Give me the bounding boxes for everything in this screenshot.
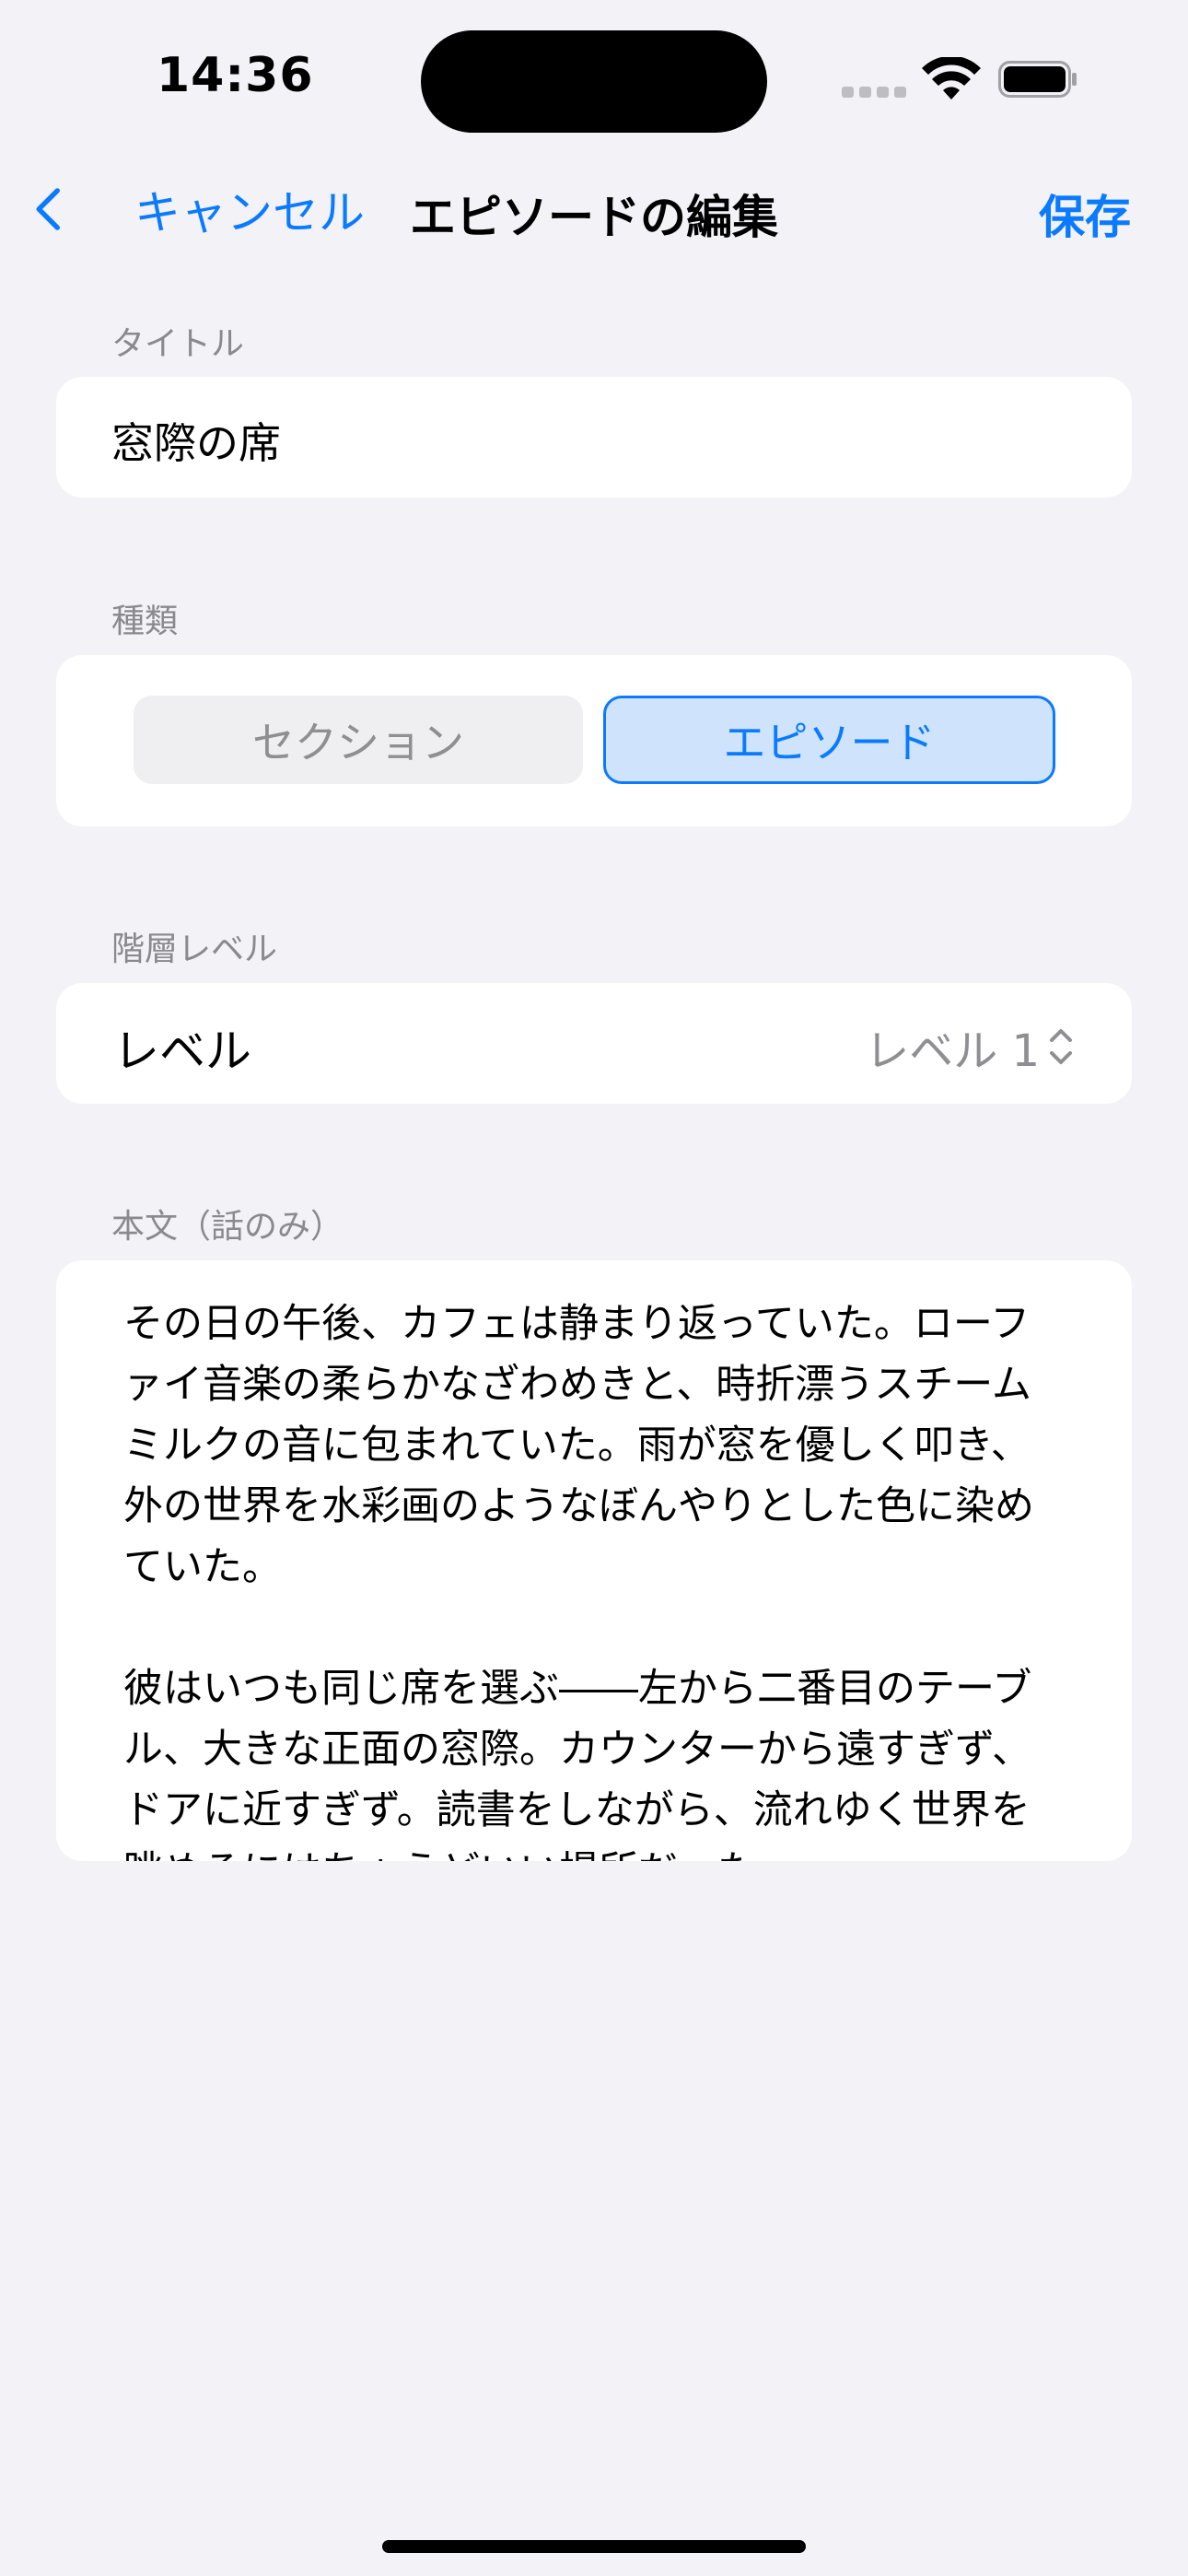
level-picker[interactable]: レベル 1 xyxy=(865,1014,1075,1079)
chevron-left-icon xyxy=(36,188,60,230)
body-section-label: 本文（話のみ） xyxy=(111,1208,344,1246)
page-title: エピソードの編集 xyxy=(410,191,778,244)
title-section-label: タイトル xyxy=(111,325,245,363)
dynamic-island xyxy=(421,30,767,133)
level-section-label: 階層レベル xyxy=(111,931,278,968)
level-row: レベル レベル 1 xyxy=(56,983,1132,1104)
cancel-label: キャンセル xyxy=(134,186,365,240)
body-text: その日の午後、カフェは静まり返っていた。ローファイ音楽の柔らかなざわめきと、時折… xyxy=(123,1301,1034,1861)
chevron-up-down-icon xyxy=(1050,1029,1072,1064)
battery-icon xyxy=(998,61,1077,98)
title-value: 窓際の席 xyxy=(111,418,281,468)
cancel-button[interactable]: キャンセル xyxy=(33,179,365,240)
type-segmented-control: セクション エピソード xyxy=(56,655,1132,826)
level-value: レベル 1 xyxy=(865,1025,1040,1077)
save-button[interactable]: 保存 xyxy=(1039,181,1131,247)
wifi-icon xyxy=(922,57,981,100)
navigation-bar: キャンセル エピソードの編集 保存 xyxy=(0,166,1188,249)
body-text-editor[interactable]: その日の午後、カフェは静まり返っていた。ローファイ音楽の柔らかなざわめきと、時折… xyxy=(56,1260,1132,1861)
status-bar: 14:36 xyxy=(0,0,1188,147)
cellular-signal-icon xyxy=(842,87,906,100)
segment-episode[interactable]: エピソード xyxy=(603,696,1055,784)
segment-section[interactable]: セクション xyxy=(134,696,583,784)
type-section-label: 種類 xyxy=(111,603,179,640)
home-indicator xyxy=(382,2540,806,2553)
level-row-label: レベル xyxy=(113,1025,251,1078)
status-time: 14:36 xyxy=(157,48,314,103)
title-field[interactable]: 窓際の席 xyxy=(56,377,1132,498)
